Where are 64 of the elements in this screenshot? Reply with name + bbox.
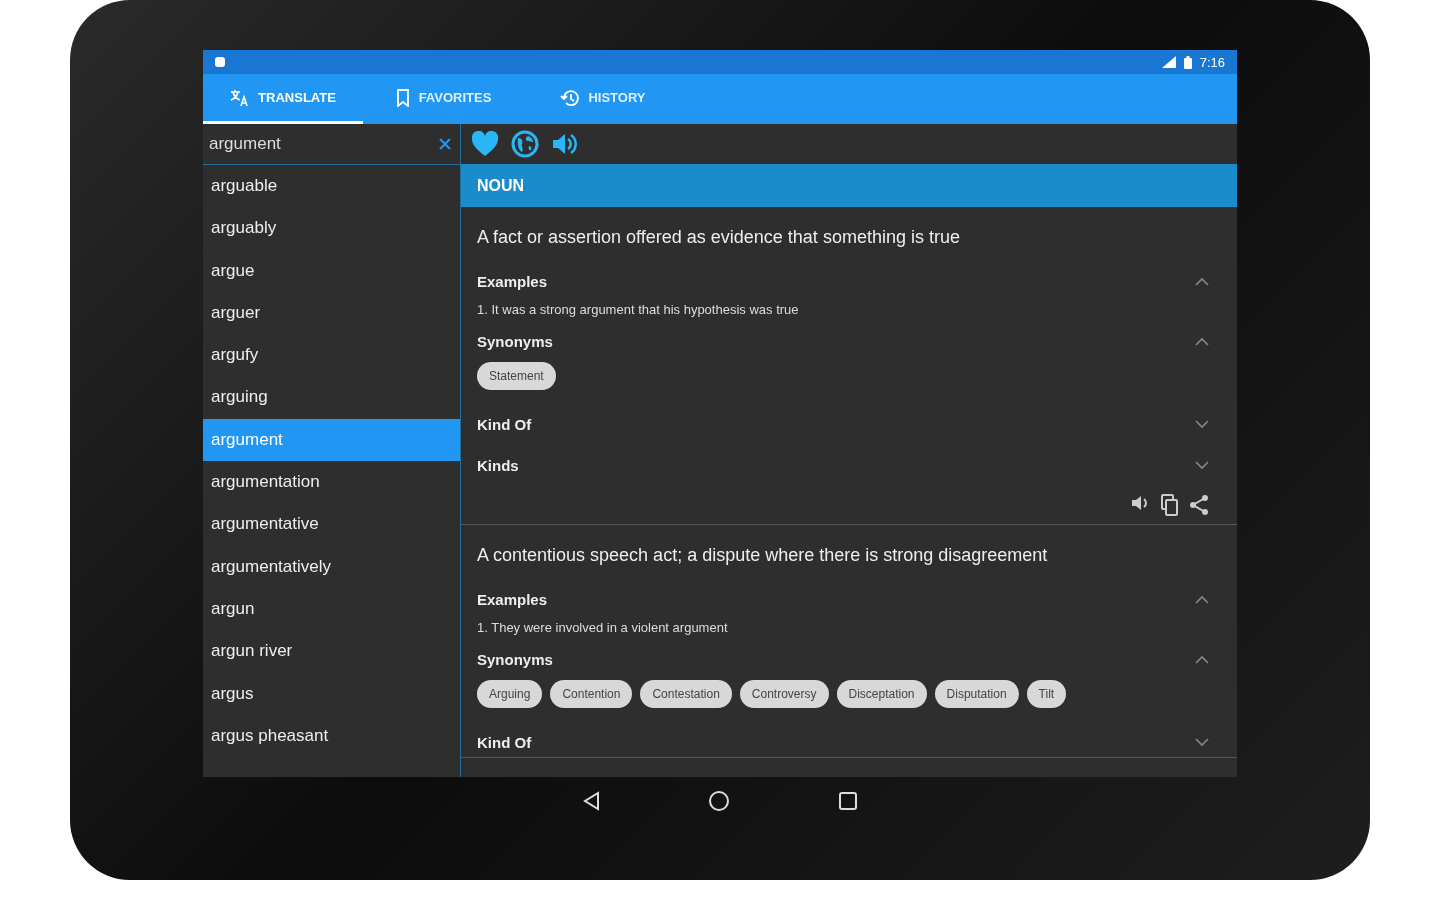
clock-time: 7:16 (1199, 54, 1225, 70)
section-header[interactable]: Kind Of (477, 409, 1209, 439)
notification-icon (215, 57, 225, 67)
word-list-item[interactable]: arguable (203, 165, 460, 208)
definition-text: A contentious speech act; a dispute where there is strong disagreement (477, 544, 1049, 567)
synonym-chip[interactable]: Controversy (739, 680, 829, 708)
battery-icon (1183, 55, 1192, 69)
section-title: Kinds (477, 456, 519, 474)
word-list-item[interactable]: argufy (203, 334, 460, 377)
section-title: Examples (477, 590, 548, 608)
section-header[interactable]: Kind Of (477, 727, 1209, 757)
section-title: Examples (477, 272, 548, 290)
translate-icon (230, 88, 251, 107)
word-list-item[interactable]: argumentative (203, 503, 460, 546)
clear-icon[interactable] (438, 137, 452, 151)
share-icon[interactable] (1189, 494, 1209, 516)
synonym-chip[interactable]: Contention (550, 680, 633, 708)
section-header[interactable]: Synonyms (477, 644, 1209, 674)
signal-icon (1161, 56, 1176, 68)
example-sentence: 1. They were involved in a violent argument (477, 619, 729, 637)
word-list-item[interactable]: argumentatively (203, 545, 460, 588)
word-list-item[interactable]: argus (203, 672, 460, 715)
word-list-item[interactable]: arguer (203, 291, 460, 335)
section-header[interactable]: Kinds (477, 450, 1209, 480)
chevron-down-icon[interactable] (1195, 419, 1209, 429)
word-list-item[interactable]: argus pheasant (203, 714, 460, 758)
globe-icon[interactable] (511, 130, 539, 158)
section-title: Synonyms (477, 332, 553, 350)
synonym-chip[interactable]: Tilt (1026, 680, 1067, 708)
word-list-item[interactable]: arguably (203, 207, 460, 250)
bookmark-icon (394, 88, 411, 107)
part-of-speech-header: NOUN (461, 164, 1237, 207)
copy-icon[interactable] (1161, 494, 1179, 516)
definition-text: A fact or assertion offered as evidence that something is true (477, 226, 961, 249)
chevron-down-icon[interactable] (1195, 737, 1209, 747)
heart-icon[interactable] (471, 131, 499, 157)
word-list-item[interactable]: argue (203, 249, 460, 292)
chevron-up-icon[interactable] (1195, 336, 1209, 346)
word-list-item[interactable]: argun (203, 587, 460, 631)
recent-apps-icon[interactable] (838, 791, 858, 811)
history-icon (560, 88, 581, 107)
section-title: Synonyms (477, 650, 553, 668)
section-header[interactable]: Synonyms (477, 326, 1209, 356)
section-header[interactable]: Examples (477, 266, 1209, 296)
section-title: Kind Of (477, 733, 532, 751)
example-sentence: 1. It was a strong argument that his hypothesis was true (477, 301, 800, 319)
word-list-item[interactable]: argumentation (203, 461, 460, 504)
section-title: Kind Of (477, 415, 532, 433)
synonym-chip[interactable]: Statement (477, 362, 556, 390)
chevron-up-icon[interactable] (1195, 654, 1209, 664)
back-icon[interactable] (582, 791, 600, 811)
synonym-chip[interactable]: Contestation (640, 680, 732, 708)
chevron-down-icon[interactable] (1195, 460, 1209, 470)
synonym-chip[interactable]: Disputation (934, 680, 1019, 708)
synonym-chip[interactable]: Arguing (477, 680, 543, 708)
home-icon[interactable] (708, 790, 730, 812)
synonym-chip[interactable]: Disceptation (836, 680, 927, 708)
chevron-up-icon[interactable] (1195, 594, 1209, 604)
chevron-up-icon[interactable] (1195, 276, 1209, 286)
word-list-item[interactable]: argun river (203, 630, 460, 673)
speaker-icon[interactable] (551, 131, 579, 157)
search-field[interactable]: argument (207, 133, 438, 155)
word-list-item[interactable]: arguing (203, 376, 460, 419)
section-header[interactable]: Examples (477, 584, 1209, 614)
